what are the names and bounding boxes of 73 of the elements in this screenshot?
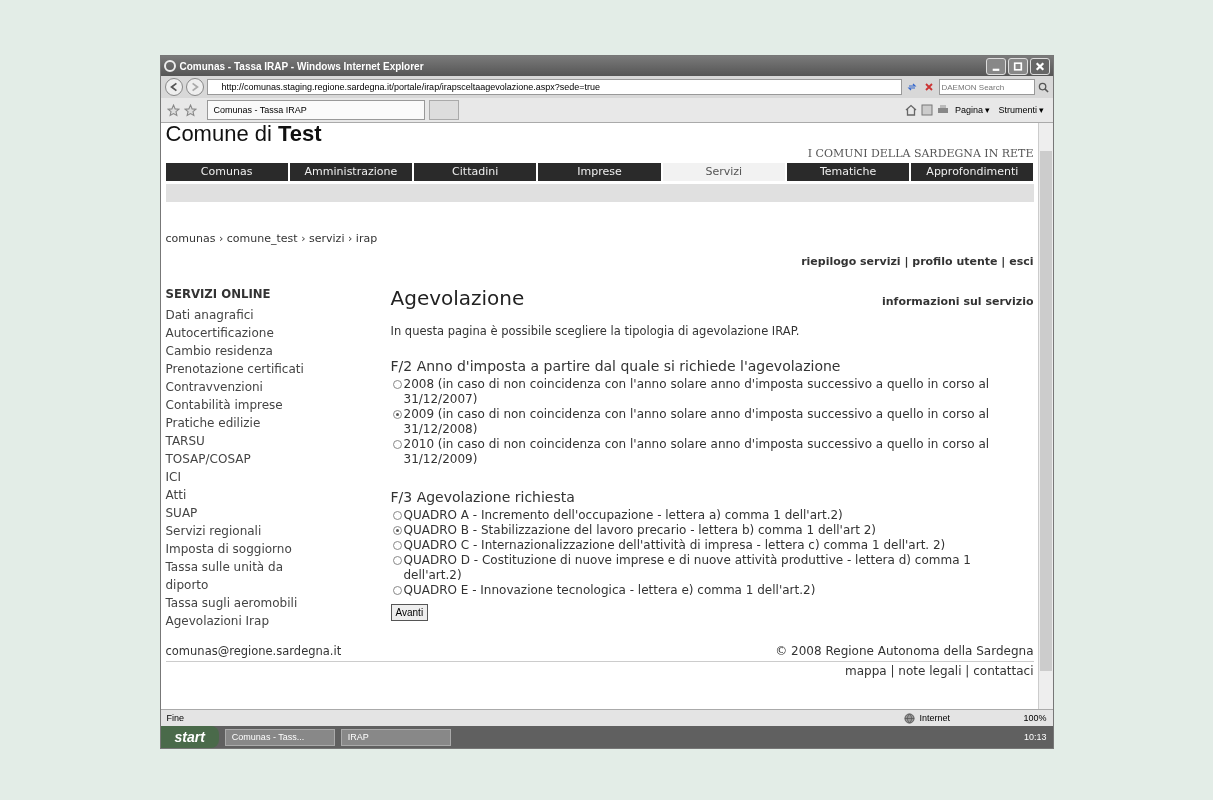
maximize-button[interactable]: [1007, 57, 1028, 75]
nav-tab[interactable]: Servizi: [662, 163, 785, 181]
scrollbar[interactable]: [1037, 123, 1053, 709]
site-logo: Comune di Test: [165, 123, 323, 145]
zone-text: Internet: [919, 713, 951, 723]
nav-tab[interactable]: Comunas: [165, 163, 288, 181]
info-link[interactable]: informazioni sul servizio: [882, 295, 1034, 308]
sidebar-item[interactable]: Pratiche edilizie: [165, 414, 316, 432]
taskbar-button[interactable]: Comunas - Tass...: [224, 728, 335, 746]
email-text: comunas@regione.sardegna.it: [165, 644, 342, 658]
search-icon[interactable]: [1037, 81, 1049, 93]
option-label: QUADRO E - Innovazione tecnologica - lettera e) comma 1 dell'art.2): [403, 583, 816, 598]
option-label: QUADRO B - Stabilizzazione del lavoro precario - lettera b) comma 1 dell'art 2): [403, 523, 877, 538]
nav-tab[interactable]: Approfondimenti: [911, 163, 1034, 181]
sidebar-item[interactable]: Prenotazione certificati: [165, 360, 316, 378]
nav-tab[interactable]: Amministrazione: [289, 163, 413, 181]
sidebar-item[interactable]: Tassa sulle unità da diporto: [165, 558, 316, 594]
page-title: Agevolazione: [390, 286, 525, 310]
section-heading: F/3 Agevolazione richiesta: [390, 489, 576, 505]
home-icon[interactable]: [904, 104, 917, 116]
taskbar-button[interactable]: IRAP: [340, 728, 451, 746]
add-favorite-star-icon[interactable]: [183, 103, 197, 117]
forward-button[interactable]: [185, 78, 204, 96]
window-title: Comunas - Tassa IRAP - Windows Internet Explorer: [179, 60, 424, 72]
option-label: 2008 (in caso di non coincidenza con l'anno solare anno d'imposta successivo a quello in corso al 31/12/2007): [403, 377, 991, 407]
copyright-text: © 2008 Regione Autonoma della Sardegna: [775, 644, 1034, 658]
option-label: QUADRO A - Incremento dell'occupazione - lettera a) comma 1 dell'art.2): [403, 508, 843, 523]
status-text: Fine: [166, 713, 184, 723]
sidebar-item[interactable]: Imposta di soggiorno: [165, 540, 316, 558]
favorites-star-icon[interactable]: [166, 103, 180, 117]
nav-tab[interactable]: Imprese: [538, 163, 661, 181]
sidebar-item[interactable]: Tassa sugli aeromobili: [165, 594, 316, 612]
command-menu[interactable]: Strumenti ▾: [996, 105, 1047, 115]
sidebar-item[interactable]: Cambio residenza: [165, 342, 316, 360]
clock: 10:13: [1023, 732, 1047, 742]
start-button[interactable]: start: [160, 726, 219, 748]
browser-tab[interactable]: Comunas - Tassa IRAP: [206, 100, 425, 120]
sidebar-item[interactable]: Contabilità imprese: [165, 396, 316, 414]
nav-tab[interactable]: Tematiche: [786, 163, 910, 181]
sidebar-item[interactable]: Autocertificazione: [165, 324, 316, 342]
back-button[interactable]: [164, 78, 183, 96]
sidebar-item[interactable]: Contravvenzioni: [165, 378, 316, 396]
close-button[interactable]: [1029, 57, 1050, 75]
intro-text: In questa pagina è possibile scegliere la tipologia di agevolazione IRAP.: [390, 324, 801, 338]
command-menu[interactable]: Pagina ▾: [952, 105, 993, 115]
option-label: 2009 (in caso di non coincidenza con l'anno solare anno d'imposta successivo a quello in corso al 31/12/2008): [403, 407, 991, 437]
nav-tab[interactable]: Cittadini: [414, 163, 537, 181]
minimize-button[interactable]: [985, 57, 1006, 75]
sidebar-item[interactable]: SUAP: [165, 504, 316, 522]
next-button[interactable]: Avanti: [390, 604, 429, 621]
sidebar-item[interactable]: ICI: [165, 468, 316, 486]
breadcrumb: comunas › comune_test › servizi › irap: [165, 232, 379, 245]
footer-links[interactable]: mappa | note legali | contattaci: [845, 664, 1034, 678]
zoom-level[interactable]: 100%: [1023, 713, 1047, 723]
sidebar-item[interactable]: Dati anagrafici: [165, 306, 316, 324]
sidebar-title: SERVIZI ONLINE: [165, 286, 272, 301]
sidebar-item[interactable]: TARSU: [165, 432, 316, 450]
new-tab-button[interactable]: [428, 100, 459, 120]
tagline: I COMUNI DELLA SARDEGNA IN RETE: [807, 147, 1034, 160]
address-field[interactable]: http://comunas.staging.regione.sardegna.it/portale/irap/irapsceltaagevolazione.aspx?sede=true: [206, 79, 902, 95]
option-label: QUADRO C - Internazionalizzazione dell'attività di impresa - lettera c) comma 1 dell'art. 2): [403, 538, 946, 553]
sidebar-item[interactable]: Servizi regionali: [165, 522, 316, 540]
browser-icon: [163, 60, 176, 72]
globe-icon: [904, 712, 916, 724]
section-heading: F/2 Anno d'imposta a partire dal quale si richiede l'agevolazione: [390, 358, 842, 374]
sidebar-item[interactable]: Agevolazioni Irap: [165, 612, 316, 630]
user-links[interactable]: riepilogo servizi | profilo utente | esci: [801, 255, 1034, 268]
printer-icon[interactable]: [936, 104, 949, 116]
sidebar-item[interactable]: Atti: [165, 486, 316, 504]
option-label: QUADRO D - Costituzione di nuove imprese e di nuove attività produttive - lettera d) comma 1 dell'art.2): [403, 553, 972, 583]
option-label: 2010 (in caso di non coincidenza con l'anno solare anno d'imposta successivo a quello in corso al 31/12/2009): [403, 437, 991, 467]
search-field[interactable]: DAEMON Search: [938, 79, 1035, 95]
sidebar-item[interactable]: TOSAP/COSAP: [165, 450, 316, 468]
